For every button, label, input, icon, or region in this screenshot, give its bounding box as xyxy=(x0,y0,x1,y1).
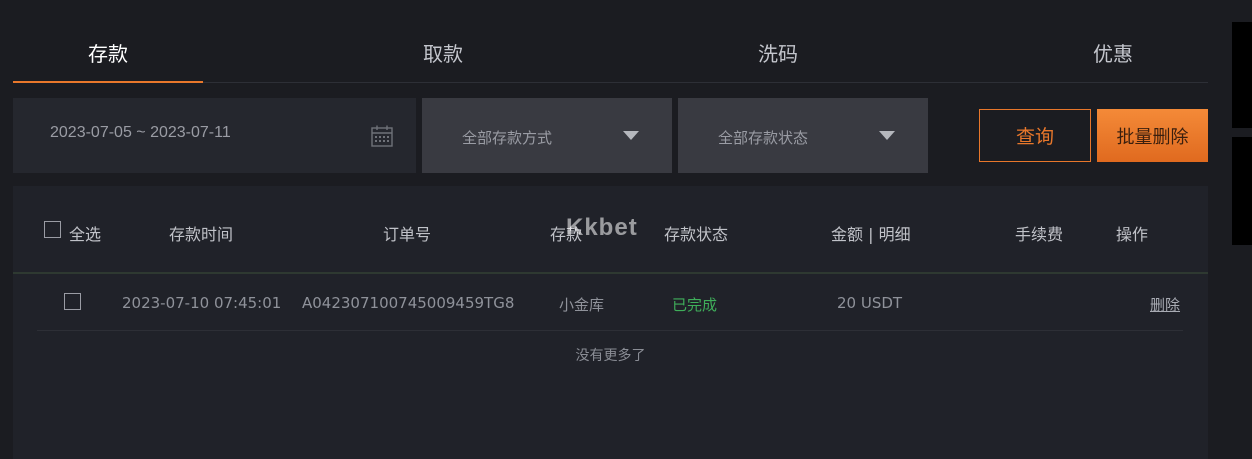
cell-deposit-method: 小金库 xyxy=(559,296,605,314)
table-header: 全选 存款时间 订单号 存款 存款状态 金额 | 明细 手续费 操作 xyxy=(13,186,1208,274)
tab-withdraw[interactable]: 取款 xyxy=(348,38,538,67)
tab-bar: 存款 取款 洗码 优惠 xyxy=(13,0,1208,83)
deposit-table: 全选 存款时间 订单号 存款 存款状态 金额 | 明细 手续费 操作 2023-… xyxy=(13,186,1208,459)
table-row: 2023-07-10 07:45:01 A042307100745009459T… xyxy=(37,274,1183,331)
header-amount-detail: 金额 | 明细 xyxy=(831,225,911,244)
deposit-status-value: 全部存款状态 xyxy=(718,129,809,147)
query-button[interactable]: 查询 xyxy=(979,109,1091,162)
deposit-method-select[interactable]: 全部存款方式 xyxy=(422,98,672,173)
header-deposit-method: 存款 xyxy=(550,225,583,244)
deposit-status-select[interactable]: 全部存款状态 xyxy=(678,98,928,173)
deposit-method-value: 全部存款方式 xyxy=(462,129,553,147)
header-fee: 手续费 xyxy=(1015,225,1064,244)
cell-deposit-status: 已完成 xyxy=(672,296,718,314)
header-action: 操作 xyxy=(1116,225,1149,244)
active-tab-indicator xyxy=(13,81,203,83)
header-order-number: 订单号 xyxy=(383,225,432,244)
side-strip-bottom xyxy=(1232,137,1252,245)
batch-delete-button[interactable]: 批量删除 xyxy=(1097,109,1208,162)
tab-promotions[interactable]: 优惠 xyxy=(1018,38,1208,67)
side-strip-top xyxy=(1232,22,1252,128)
date-range-value: 2023-07-05 ~ 2023-07-11 xyxy=(50,124,231,141)
date-range-picker[interactable]: 2023-07-05 ~ 2023-07-11 xyxy=(13,98,416,173)
row-delete-link[interactable]: 删除 xyxy=(1150,294,1180,315)
cell-order-number: A042307100745009459TG8 xyxy=(302,294,515,312)
calendar-icon xyxy=(371,125,393,147)
tab-deposit[interactable]: 存款 xyxy=(13,38,203,67)
tab-rebate[interactable]: 洗码 xyxy=(683,38,873,67)
cell-amount: 20 USDT xyxy=(837,294,903,312)
chevron-down-icon xyxy=(623,131,639,140)
no-more-text: 没有更多了 xyxy=(575,348,646,364)
header-deposit-status: 存款状态 xyxy=(664,225,729,244)
cell-deposit-time: 2023-07-10 07:45:01 xyxy=(122,294,282,312)
row-checkbox[interactable] xyxy=(64,293,81,310)
chevron-down-icon xyxy=(879,131,895,140)
header-deposit-time: 存款时间 xyxy=(169,225,234,244)
header-select-all: 全选 xyxy=(69,225,102,244)
select-all-checkbox[interactable] xyxy=(44,221,61,238)
